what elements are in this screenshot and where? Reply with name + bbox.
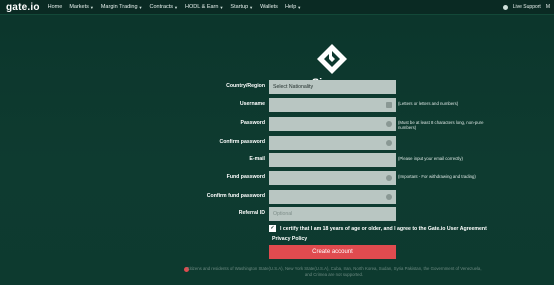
user-icon[interactable]	[502, 4, 508, 10]
live-support-link[interactable]: Live Support	[513, 4, 541, 10]
email-input[interactable]	[269, 153, 396, 167]
nav-margin-trading[interactable]: Margin Trading ▼	[101, 4, 143, 10]
nav-help[interactable]: Help ▼	[285, 4, 301, 10]
chevron-down-icon: ▼	[297, 4, 302, 10]
password-hint: (Must be at least 8 characters long, non…	[398, 120, 484, 130]
confirm-fund-password-input[interactable]	[269, 190, 396, 204]
gateio-brand-icon	[317, 44, 347, 74]
agreement-row: ✓ I certify that I am 18 years of age or…	[269, 225, 487, 232]
fund-password-label: Fund password	[226, 174, 265, 180]
username-label: Username	[239, 101, 265, 107]
fund-password-input[interactable]	[269, 171, 396, 185]
nav-home[interactable]: Home	[48, 4, 63, 10]
chevron-down-icon: ▼	[249, 4, 254, 10]
password-row: Password (Must be at least 8 characters …	[0, 117, 554, 131]
password-input[interactable]	[269, 117, 396, 131]
confirm-password-label: Confirm password	[219, 139, 265, 145]
nav-contracts-label: Contracts	[149, 4, 174, 10]
nav-markets-label: Markets	[69, 4, 89, 10]
id-card-icon	[386, 102, 392, 108]
email-row: E-mail (Please input your email correctl…	[0, 153, 554, 167]
email-hint: (Please input your email correctly)	[398, 156, 463, 161]
nav-wallets[interactable]: Wallets	[260, 4, 278, 10]
username-input[interactable]	[269, 98, 396, 112]
agreement-text[interactable]: I certify that I am 18 years of age or o…	[280, 226, 487, 232]
username-row: Username (Letters or letters and numbers…	[0, 98, 554, 112]
email-label: E-mail	[249, 156, 265, 162]
referral-row: Referral ID	[0, 207, 554, 221]
eye-icon[interactable]	[386, 175, 392, 181]
user-menu[interactable]: M	[546, 4, 550, 10]
referral-input[interactable]	[269, 207, 396, 221]
chevron-down-icon: ▼	[174, 4, 179, 10]
nav-home-label: Home	[47, 4, 63, 10]
restriction-notice: Citizens and residents of Washington Sta…	[186, 266, 482, 277]
confirm-fund-password-row: Confirm fund password	[0, 190, 554, 204]
password-label: Password	[240, 120, 265, 126]
country-select[interactable]: Select Nationality	[269, 80, 396, 94]
create-account-button[interactable]: Create account	[269, 245, 396, 259]
chevron-down-icon: ▼	[138, 4, 143, 10]
eye-icon[interactable]	[386, 194, 392, 200]
chevron-down-icon: ▼	[89, 4, 94, 10]
chevron-down-icon: ▼	[219, 4, 224, 10]
confirm-fund-password-label: Confirm fund password	[206, 193, 265, 199]
nav-wallets-label: Wallets	[260, 4, 278, 10]
nav-margin-trading-label: Margin Trading	[100, 4, 138, 10]
fund-password-hint: (Important - For withdrawing and trading…	[398, 174, 476, 179]
nav-contracts[interactable]: Contracts ▼	[150, 4, 179, 10]
referral-label: Referral ID	[238, 210, 265, 216]
eye-icon[interactable]	[386, 140, 392, 146]
main-nav: Home Markets ▼ Margin Trading ▼ Contracts ▼…	[48, 4, 309, 10]
nav-help-label: Help	[284, 4, 297, 10]
fund-password-row: Fund password (Important - For withdrawi…	[0, 171, 554, 185]
nav-hodl-earn-label: HODL & Earn	[185, 4, 219, 10]
confirm-password-row: Confirm password	[0, 136, 554, 150]
agreement-checkbox[interactable]: ✓	[269, 225, 276, 232]
gateio-logo[interactable]: gate.io	[6, 2, 40, 13]
country-row: Country/Region Select Nationality	[0, 80, 554, 94]
username-hint: (Letters or letters and numbers)	[398, 101, 459, 106]
privacy-policy-link[interactable]: Privacy Policy	[272, 236, 307, 242]
nav-startup[interactable]: Startup ▼	[230, 4, 253, 10]
eye-icon[interactable]	[386, 121, 392, 127]
top-nav-bar: gate.io Home Markets ▼ Margin Trading ▼ Co…	[0, 0, 554, 15]
nav-startup-label: Startup	[230, 4, 249, 10]
nav-markets[interactable]: Markets ▼	[69, 4, 94, 10]
top-right-actions: Live Support M	[502, 0, 550, 14]
confirm-password-input[interactable]	[269, 136, 396, 150]
country-label: Country/Region	[226, 83, 265, 89]
nav-hodl-earn[interactable]: HODL & Earn ▼	[185, 4, 223, 10]
